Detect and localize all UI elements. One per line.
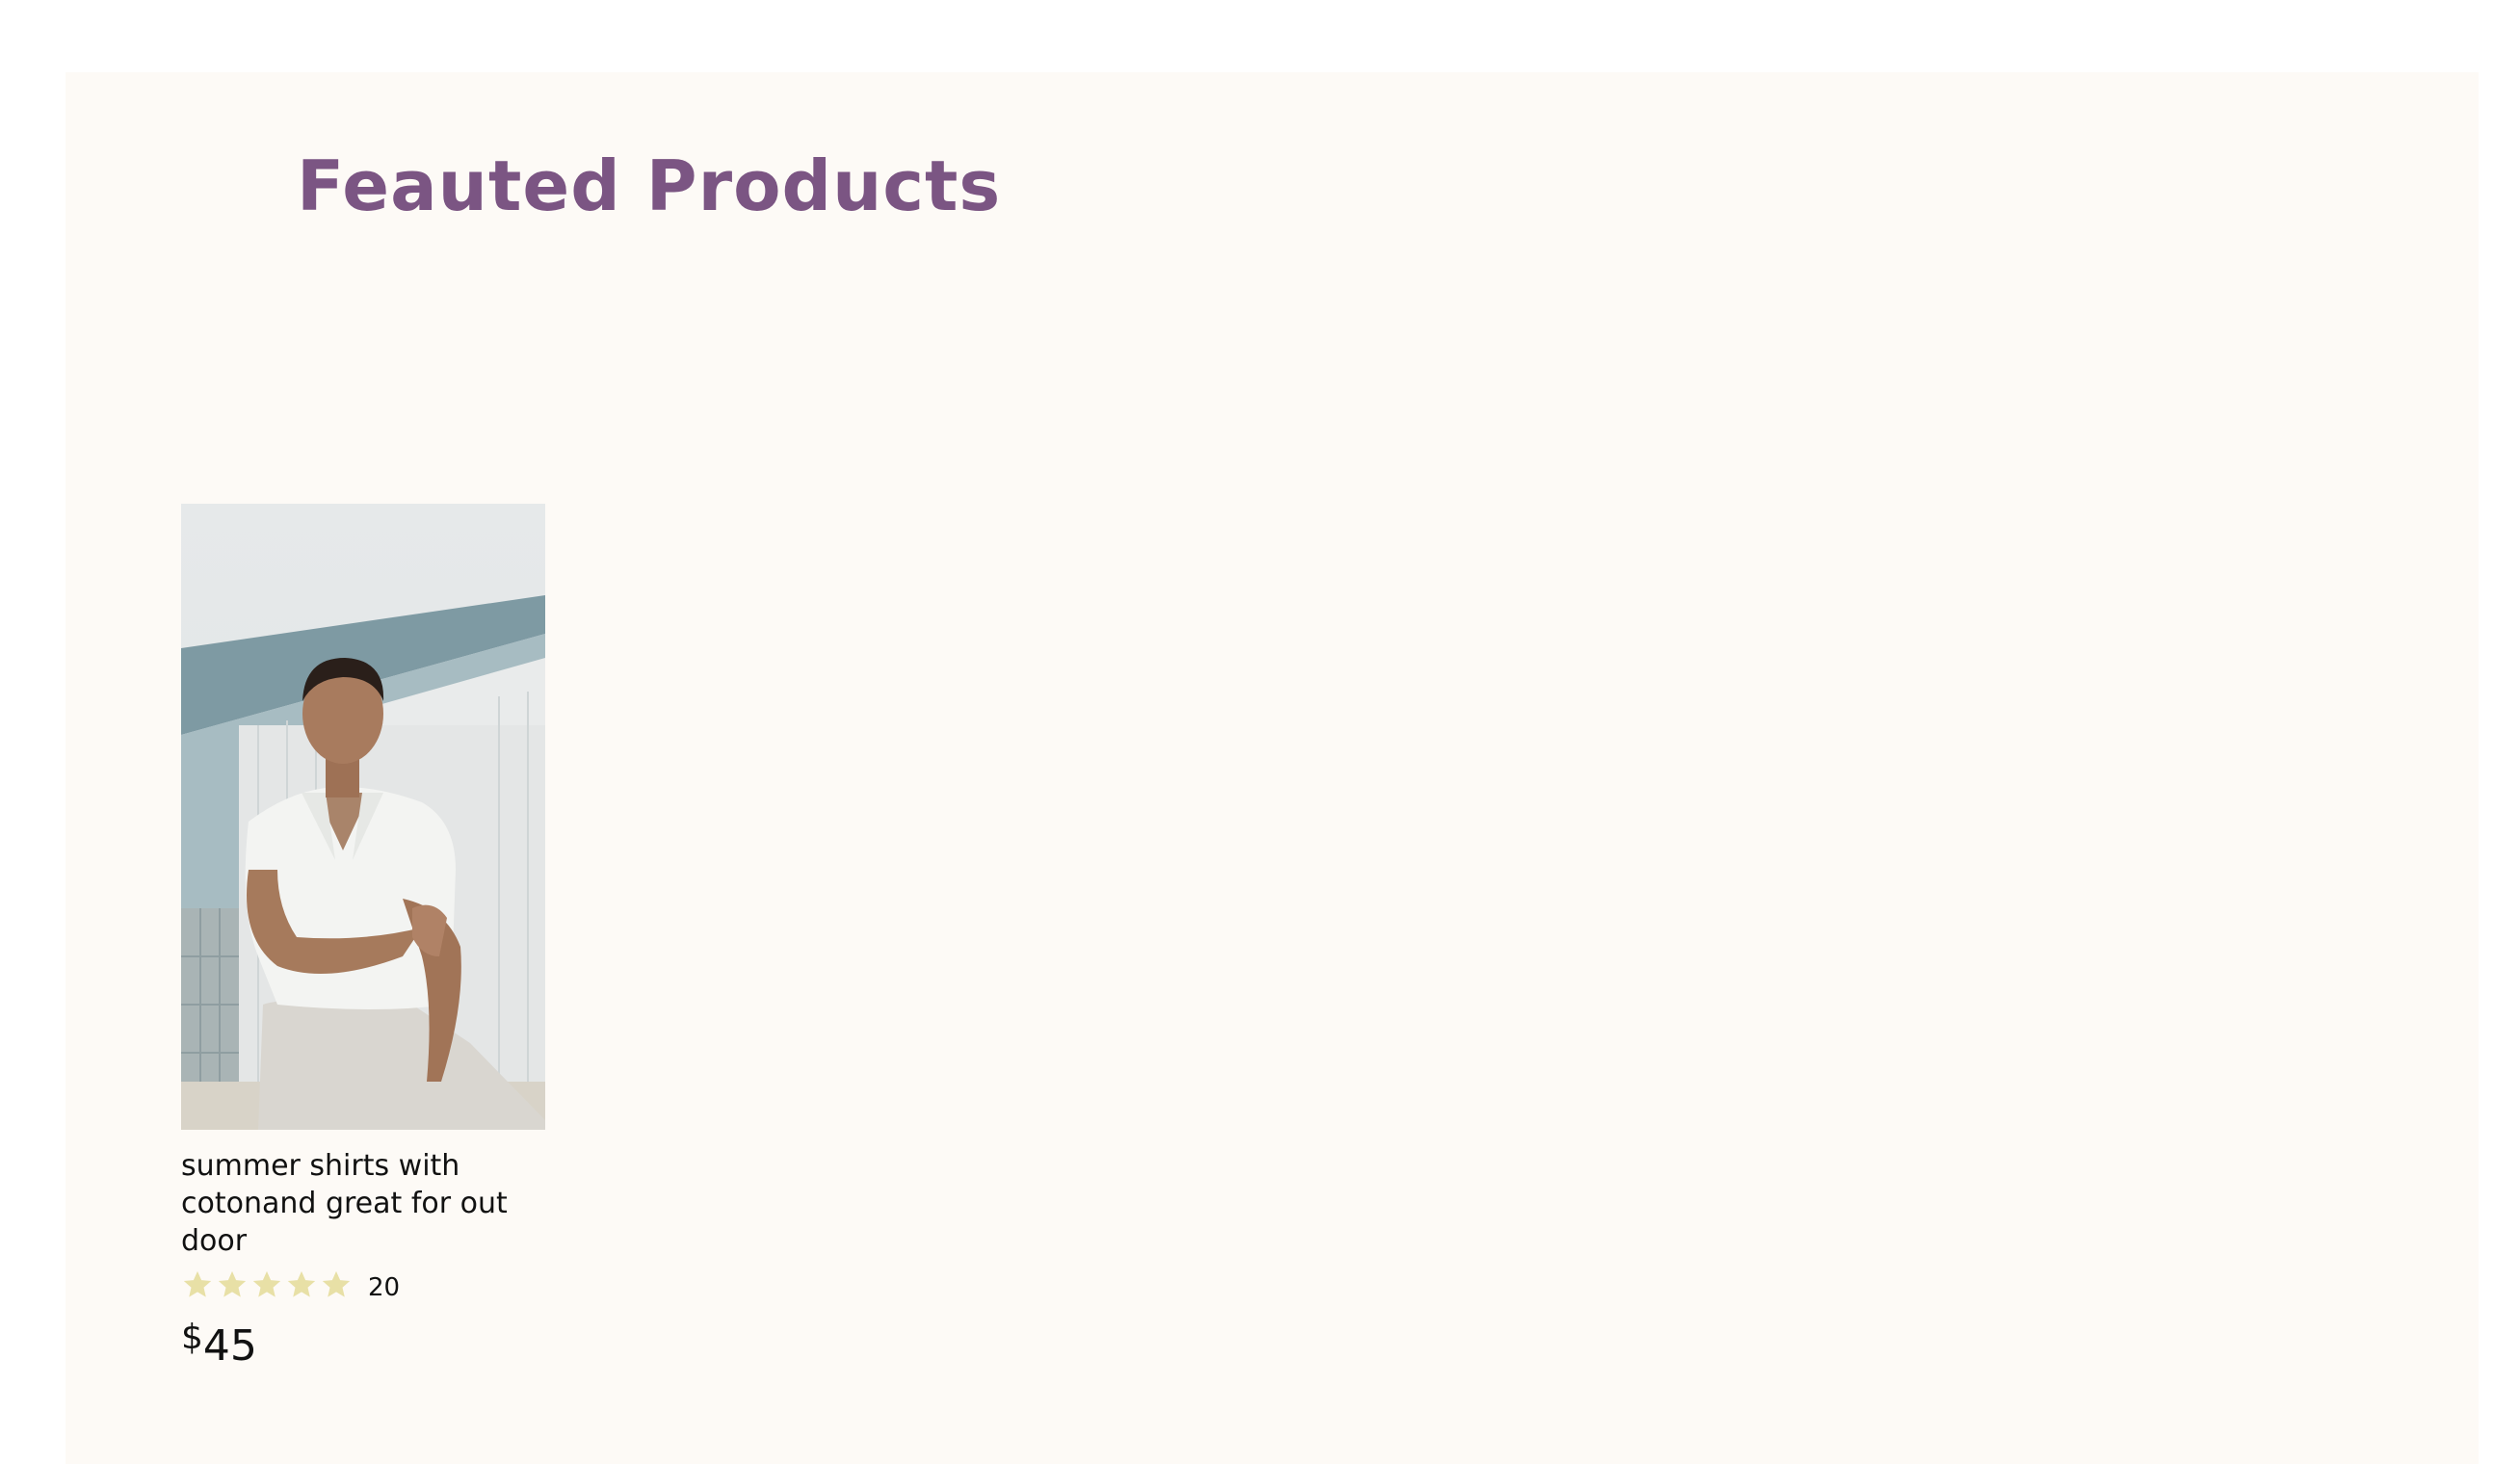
star-icon <box>287 1270 316 1297</box>
star-icon <box>218 1270 247 1297</box>
price-currency: $ <box>181 1318 203 1357</box>
star-icon <box>322 1270 351 1297</box>
section-title: Feauted Products <box>297 145 1002 226</box>
product-name[interactable]: summer shirts with cotonand great for ou… <box>181 1147 538 1260</box>
featured-products-section: Feauted Products summer shirts with coto… <box>66 72 2479 1464</box>
star-icon <box>252 1270 281 1297</box>
price-amount: 45 <box>202 1321 257 1371</box>
star-icon <box>183 1270 212 1297</box>
product-card[interactable]: summer shirts with cotonand great for ou… <box>181 504 547 1371</box>
product-rating: 20 <box>181 1266 547 1304</box>
review-count: 20 <box>368 1273 401 1302</box>
star-rating <box>181 1268 353 1301</box>
product-price: $ 45 <box>181 1318 547 1371</box>
product-image[interactable] <box>181 504 545 1130</box>
